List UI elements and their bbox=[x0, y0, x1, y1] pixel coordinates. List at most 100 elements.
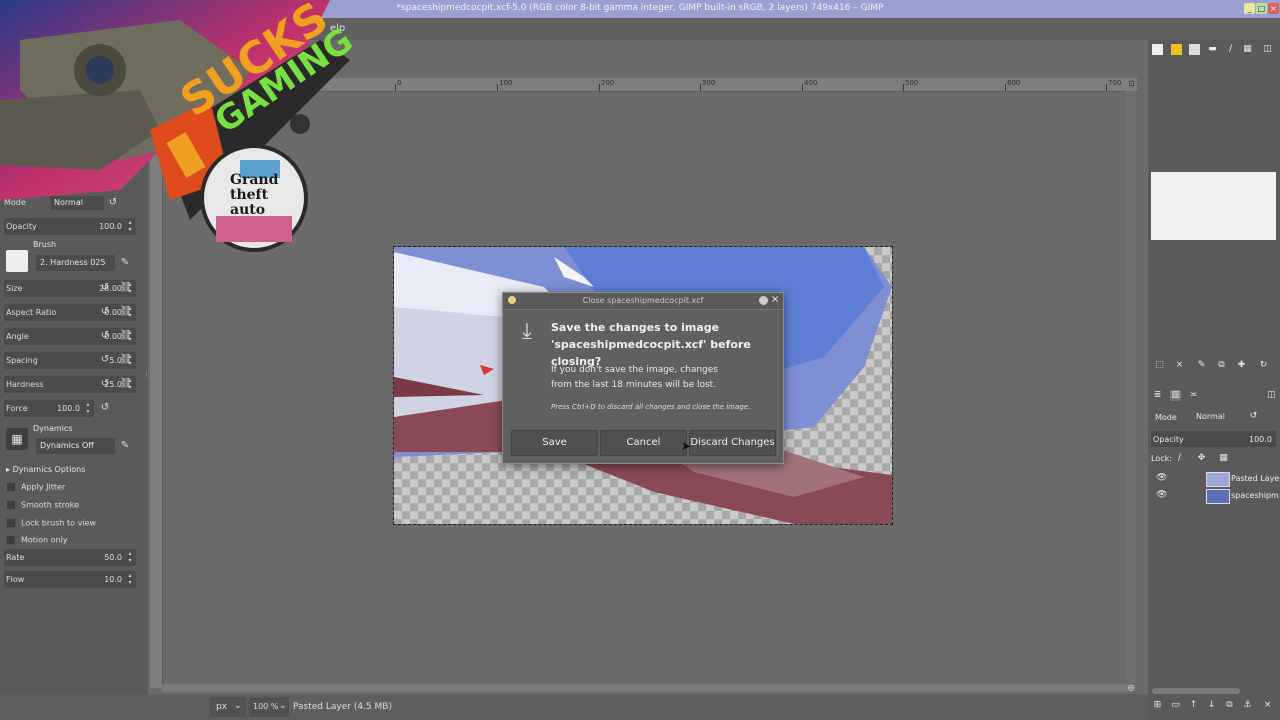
reset-icon[interactable]: ↺ bbox=[98, 281, 112, 295]
link-icon[interactable]: ⛓ bbox=[119, 329, 133, 343]
document-history-tab-icon[interactable]: ▬ bbox=[1207, 44, 1218, 55]
dialog-title: Close spaceshipmedcocpit.xcf bbox=[582, 296, 704, 305]
reset-icon[interactable]: ↺ bbox=[98, 305, 112, 319]
horizontal-scrollbar[interactable] bbox=[162, 684, 1128, 692]
minimize-icon[interactable]: _ bbox=[1244, 3, 1255, 14]
cancel-button[interactable]: Cancel bbox=[600, 430, 687, 456]
link-icon[interactable]: ⛓ bbox=[119, 305, 133, 319]
mouse-cursor: ➤ bbox=[681, 439, 692, 453]
hardness-slider[interactable]: Hardness 25.0 ▴ ▾ bbox=[4, 376, 136, 393]
reset-mode-icon[interactable]: ↺ bbox=[1248, 411, 1259, 422]
discard-changes-button[interactable]: Discard Changes bbox=[689, 430, 776, 456]
angle-slider[interactable]: Angle 0.00 ▴ ▾ bbox=[4, 328, 136, 345]
layer-thumbnail bbox=[1206, 489, 1230, 504]
edit-dynamics-icon[interactable]: ✎ bbox=[118, 439, 132, 453]
channels-tab-icon[interactable]: ▥ bbox=[1170, 390, 1181, 401]
brush-preview-area[interactable] bbox=[1151, 172, 1276, 240]
flow-slider[interactable]: Flow 10.0 ▴ ▾ bbox=[4, 571, 136, 588]
spacing-slider[interactable]: Spacing 5.0 ▴ ▾ bbox=[4, 352, 136, 369]
size-slider[interactable]: Size 28.00 ▴ ▾ bbox=[4, 280, 136, 297]
layer-mode-select[interactable]: Normal bbox=[1194, 410, 1238, 424]
new-layer-icon[interactable]: ⊞ bbox=[1152, 700, 1163, 711]
dialog-pin-icon[interactable] bbox=[759, 296, 768, 305]
duplicate-icon[interactable]: ⧉ bbox=[1216, 360, 1227, 371]
lock-pixels-icon[interactable]: / bbox=[1174, 453, 1185, 464]
dock-menu-icon[interactable]: ◫ bbox=[1262, 44, 1273, 55]
badge-line-1: Grand bbox=[230, 172, 279, 188]
status-message: Pasted Layer (4.5 MB) bbox=[293, 702, 392, 712]
motion-only-checkbox[interactable]: Motion only bbox=[6, 535, 68, 545]
link-icon[interactable]: ⛓ bbox=[119, 281, 133, 295]
badge-line-2: theft bbox=[230, 187, 269, 203]
smooth-stroke-checkbox[interactable]: Smooth stroke bbox=[6, 500, 79, 510]
visibility-eye-icon[interactable]: 👁 bbox=[1156, 490, 1167, 500]
layer-name: spaceshipme bbox=[1231, 491, 1279, 500]
layer-thumbnail bbox=[1206, 472, 1230, 487]
dialog-close-icon[interactable]: × bbox=[771, 294, 779, 305]
layer-opacity-slider[interactable]: Opacity 100.0 bbox=[1151, 431, 1276, 447]
lock-position-icon[interactable]: ✥ bbox=[1196, 453, 1207, 464]
apply-jitter-checkbox[interactable]: Apply Jitter bbox=[6, 482, 65, 492]
aspect-ratio-slider[interactable]: Aspect Ratio 0.00 ▴ ▾ bbox=[4, 304, 136, 321]
close-image-dialog: Close spaceshipmedcocpit.xcf × ⤓ Save th… bbox=[502, 292, 784, 464]
dynamics-icon[interactable]: ▦ bbox=[6, 428, 28, 450]
helicopter-logo-art: SUCKS GAMING Grand theft auto bbox=[0, 0, 360, 252]
delete-layer-icon[interactable]: × bbox=[1262, 700, 1273, 711]
edit-icon[interactable]: ✎ bbox=[1196, 360, 1207, 371]
dynamics-field[interactable]: Dynamics Off bbox=[36, 438, 115, 454]
layers-scrollbar[interactable] bbox=[1152, 688, 1240, 694]
new-icon[interactable]: ✚ bbox=[1236, 360, 1247, 371]
reset-icon[interactable]: ↺ bbox=[98, 377, 112, 391]
dynamics-options-expander[interactable]: ▸ Dynamics Options bbox=[6, 465, 85, 474]
badge-line-3: auto bbox=[230, 202, 265, 218]
refresh-icon[interactable]: ↻ bbox=[1258, 360, 1269, 371]
edit-brush-icon[interactable]: ✎ bbox=[118, 256, 132, 270]
reset-icon[interactable]: ↺ bbox=[98, 401, 112, 415]
unit-select[interactable]: px ⌄ bbox=[210, 697, 246, 717]
layer-mode-label: Mode bbox=[1155, 413, 1177, 422]
anchor-layer-icon[interactable]: ⚓ bbox=[1242, 700, 1253, 711]
save-button[interactable]: Save bbox=[511, 430, 598, 456]
save-download-icon: ⤓ bbox=[522, 319, 532, 344]
force-slider[interactable]: Force 100.0 ▴ ▾ bbox=[4, 400, 94, 417]
pane-handle[interactable]: ⋮ bbox=[143, 370, 150, 378]
lock-label: Lock: bbox=[1151, 454, 1172, 463]
paths-tab-icon[interactable]: ≍ bbox=[1188, 390, 1199, 401]
fonts-tab-icon[interactable] bbox=[1189, 44, 1200, 55]
dynamics-label: Dynamics bbox=[33, 424, 73, 433]
select-icon[interactable]: ⬚ bbox=[1154, 360, 1165, 371]
brushes-tab-icon[interactable] bbox=[1152, 44, 1163, 55]
lower-layer-icon[interactable]: ↓ bbox=[1206, 700, 1217, 711]
reset-icon[interactable]: ↺ bbox=[98, 329, 112, 343]
delete-icon[interactable]: × bbox=[1174, 360, 1185, 371]
lock-alpha-icon[interactable]: ▦ bbox=[1218, 453, 1229, 464]
raise-layer-icon[interactable]: ↑ bbox=[1188, 700, 1199, 711]
layer-row[interactable]: 👁 spaceshipme bbox=[1152, 488, 1280, 504]
lock-brush-checkbox[interactable]: Lock brush to view bbox=[6, 518, 96, 528]
link-icon[interactable]: ⛓ bbox=[119, 353, 133, 367]
patterns-tab-icon[interactable] bbox=[1171, 44, 1182, 55]
channel-watermark: SUCKS GAMING Grand theft auto bbox=[0, 0, 360, 258]
vertical-scrollbar[interactable] bbox=[1126, 91, 1136, 688]
zoom-to-fit-icon[interactable]: ⊡ bbox=[1127, 79, 1136, 89]
new-group-icon[interactable]: ▭ bbox=[1170, 700, 1181, 711]
dialog-titlebar[interactable]: Close spaceshipmedcocpit.xcf × bbox=[503, 293, 783, 310]
link-icon[interactable]: ⛓ bbox=[119, 377, 133, 391]
layers-tab-icon[interactable]: ≣ bbox=[1152, 390, 1163, 401]
chevron-down-icon: ⌄ bbox=[234, 701, 242, 711]
layer-row[interactable]: 👁 Pasted Layer bbox=[1152, 471, 1280, 487]
right-dock: ▬ / ▦ ◫ ⬚ × ✎ ⧉ ✚ ↻ ≣ ▥ ≍ ◫ Mode Normal … bbox=[1148, 40, 1280, 720]
reset-icon[interactable]: ↺ bbox=[98, 353, 112, 367]
dock-menu-icon[interactable]: ◫ bbox=[1266, 390, 1277, 401]
paint-brush-tab-icon[interactable]: / bbox=[1225, 44, 1236, 55]
status-bar: px ⌄ 100 % ⌄ Pasted Layer (4.5 MB) bbox=[0, 694, 1148, 720]
rate-slider[interactable]: Rate 50.0 ▴ ▾ bbox=[4, 549, 136, 566]
dialog-hint: Press Ctrl+D to discard all changes and … bbox=[551, 403, 751, 411]
maximize-icon[interactable]: □ bbox=[1256, 3, 1267, 14]
visibility-eye-icon[interactable]: 👁 bbox=[1156, 473, 1167, 483]
navigate-icon[interactable]: ⊕ bbox=[1127, 683, 1135, 694]
grid-tab-icon[interactable]: ▦ bbox=[1242, 44, 1253, 55]
close-window-icon[interactable]: × bbox=[1268, 3, 1279, 14]
duplicate-layer-icon[interactable]: ⧉ bbox=[1224, 700, 1235, 711]
zoom-select[interactable]: 100 % ⌄ bbox=[249, 697, 289, 717]
